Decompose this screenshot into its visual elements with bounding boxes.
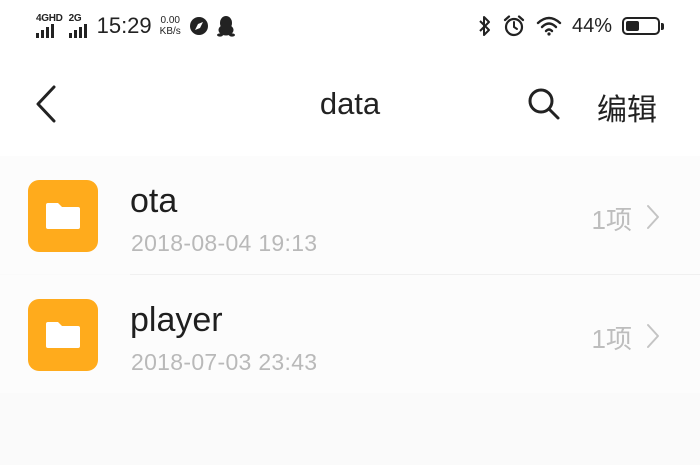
qq-penguin-icon [216, 15, 235, 37]
search-icon [528, 88, 560, 120]
network-speed-value: 0.00 [160, 15, 180, 26]
title-bar: data 编辑 [0, 52, 700, 156]
edit-button[interactable]: 编辑 [597, 85, 657, 129]
folder-name: ota [130, 182, 178, 220]
folder-date: 2018-07-03 23:43 [131, 349, 318, 375]
navigation-compass-icon [189, 16, 209, 36]
folder-row-player[interactable]: player 2018-07-03 23:43 1项 [0, 275, 700, 393]
chevron-right-icon [647, 205, 659, 229]
battery-fill [626, 21, 639, 31]
folder-row-ota[interactable]: ota 2018-08-04 19:13 1项 [0, 156, 700, 274]
folder-item-count: 1项 [591, 205, 632, 235]
signal-4g: 4GHD [36, 14, 63, 38]
file-list: ota 2018-08-04 19:13 1项 player 2018-07-0… [0, 156, 700, 465]
network-type-label: 2G [68, 13, 82, 24]
folder-item-count: 1项 [591, 324, 632, 354]
signal-bars-icon [36, 24, 54, 38]
clock: 15:29 [96, 13, 152, 38]
folder-name: player [130, 301, 223, 339]
signal-2g: 2G [68, 13, 87, 38]
folder-icon [28, 180, 98, 252]
battery-icon [622, 17, 664, 35]
page-title: data [319, 86, 381, 121]
bluetooth-icon [478, 15, 492, 37]
status-bar: 4GHD 2G 15:29 0.00 KB/s 44% [0, 0, 700, 52]
folder-icon [28, 299, 98, 371]
wifi-icon [536, 16, 562, 36]
status-bar-right: 44% [478, 10, 664, 42]
network-type-label: 4GHD [36, 13, 63, 24]
network-speed-unit: KB/s [159, 26, 181, 37]
folder-date: 2018-08-04 19:13 [131, 230, 318, 256]
battery-percent: 44% [571, 14, 612, 37]
signal-bars-icon [68, 24, 87, 38]
search-button[interactable] [522, 82, 566, 126]
status-bar-left: 4GHD 2G 15:29 0.00 KB/s [36, 10, 243, 42]
network-speed: 0.00 KB/s [160, 15, 181, 37]
alarm-clock-icon [502, 14, 526, 38]
chevron-right-icon [647, 324, 659, 348]
